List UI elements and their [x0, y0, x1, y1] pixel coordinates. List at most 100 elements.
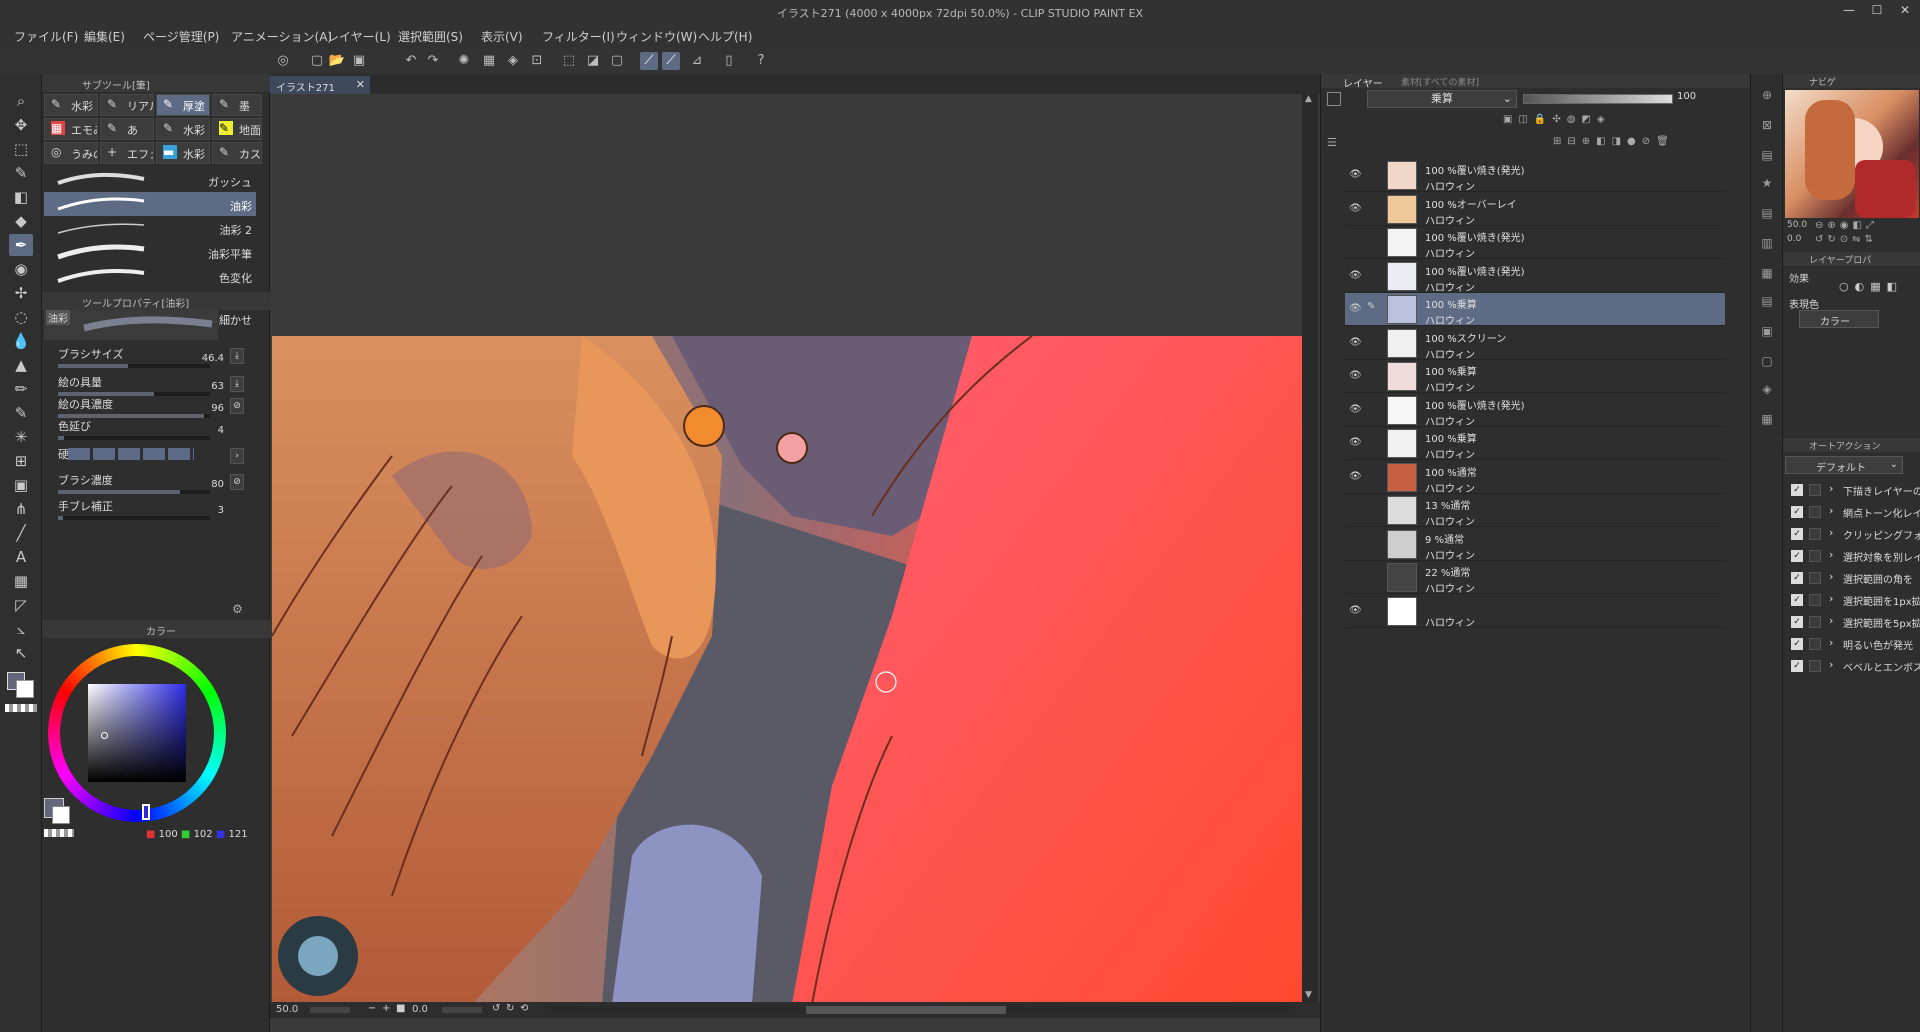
- layer-lock-icon[interactable]: [1367, 201, 1381, 215]
- snap-ruler-icon[interactable]: ⟋: [640, 52, 658, 70]
- blend-tool-icon[interactable]: 💧: [9, 330, 33, 352]
- prop-brush-density[interactable]: ブラシ濃度 80 ⊘: [42, 470, 260, 498]
- hardness-steps[interactable]: [68, 448, 194, 460]
- eye-icon[interactable]: 👁: [1349, 437, 1362, 448]
- property-icon[interactable]: ▦: [1758, 410, 1776, 428]
- pen-tool-icon[interactable]: ✏: [9, 378, 33, 400]
- check-icon[interactable]: ✓: [1791, 506, 1803, 518]
- layer-lock-icon[interactable]: [1367, 435, 1381, 449]
- menu-file[interactable]: ファイル(F): [14, 28, 78, 45]
- lasso-tool-icon[interactable]: ◌: [9, 306, 33, 328]
- sub-color-swatch[interactable]: [16, 680, 34, 698]
- horizontal-scrollbar[interactable]: [550, 1006, 1294, 1014]
- angle-readout[interactable]: 0.0: [412, 1004, 428, 1015]
- auto-action-item[interactable]: ✓ › 選択範囲を5px拡: [1787, 612, 1920, 634]
- layer-row[interactable]: 👁 100 %乗算 ハロウィン: [1345, 427, 1725, 461]
- layer-row[interactable]: 👁 100 %覆い焼き(発光) ハロウィン: [1345, 159, 1725, 193]
- layer-menu-icon[interactable]: ☰: [1327, 136, 1337, 149]
- zoom-out-icon[interactable]: −: [368, 1003, 376, 1014]
- timeline-icon[interactable]: ▢: [1758, 352, 1776, 370]
- snap-special-icon[interactable]: ⟋: [662, 52, 680, 70]
- subtool-tab-emomi[interactable]: ▦エモみ: [44, 118, 98, 140]
- layer-color-icon[interactable]: [1327, 92, 1341, 106]
- horizontal-scroll-thumb[interactable]: [806, 1006, 1006, 1014]
- selection-off-icon[interactable]: ⬚: [560, 52, 578, 70]
- dialog-toggle[interactable]: [1809, 660, 1821, 672]
- chevron-right-icon[interactable]: ›: [1829, 482, 1833, 495]
- rotate-left-icon[interactable]: ↺: [492, 1003, 500, 1014]
- layer-row[interactable]: 👁 100 %覆い焼き(発光) ハロウィン: [1345, 394, 1725, 428]
- eye-icon[interactable]: 👁: [1349, 169, 1362, 180]
- auto-action-item[interactable]: ✓ › 選択対象を別レイ: [1787, 546, 1920, 568]
- pressure-icon[interactable]: ⤓: [230, 348, 244, 364]
- dialog-toggle[interactable]: [1809, 528, 1821, 540]
- chevron-right-icon[interactable]: ›: [1829, 636, 1833, 649]
- open-icon[interactable]: 📂: [328, 52, 346, 70]
- eye-icon[interactable]: 👁: [1349, 203, 1362, 214]
- transparent-color-swatch[interactable]: [5, 704, 37, 712]
- minimize-button[interactable]: —: [1838, 3, 1860, 21]
- menu-filter[interactable]: フィルター(I): [542, 28, 615, 45]
- tab-material[interactable]: 素材[すべての素材]: [1401, 75, 1479, 88]
- ruler-tool-icon[interactable]: ⦣: [9, 618, 33, 640]
- navigator-zoom-buttons[interactable]: ⊖⊕◉◧⤢: [1815, 220, 1915, 232]
- layer-row[interactable]: 👁 ✎ 100 %乗算 ハロウィン: [1345, 293, 1725, 327]
- settings-icon[interactable]: ⚙: [232, 602, 243, 616]
- opacity-slider[interactable]: [1523, 94, 1673, 104]
- layer-lock-icon[interactable]: [1367, 569, 1381, 583]
- menu-window[interactable]: ウィンドウ(W): [616, 28, 697, 45]
- scroll-up-icon[interactable]: ▲: [1305, 94, 1315, 108]
- check-icon[interactable]: ✓: [1791, 550, 1803, 562]
- brush-item-oil-flat[interactable]: 油彩平筆: [44, 240, 256, 264]
- menu-edit[interactable]: 編集(E): [84, 28, 125, 45]
- color-picker-cursor[interactable]: [101, 732, 108, 739]
- zoom-tool-icon[interactable]: ⌕: [9, 90, 33, 112]
- stamp-tool-icon[interactable]: ⊞: [9, 450, 33, 472]
- layer-row[interactable]: 100 %覆い焼き(発光) ハロウィン: [1345, 226, 1725, 260]
- prop-hardness[interactable]: 硬さ ›: [42, 444, 260, 472]
- layer-row[interactable]: 👁 ハロウィン: [1345, 595, 1725, 629]
- layer-lock-icon[interactable]: [1367, 402, 1381, 416]
- eye-icon[interactable]: 👁: [1349, 404, 1362, 415]
- auto-action-item[interactable]: ✓ › 網点トーン化レイ: [1787, 502, 1920, 524]
- figure-tool-icon[interactable]: ╱: [9, 522, 33, 544]
- layer-lock-icon[interactable]: [1367, 234, 1381, 248]
- chevron-right-icon[interactable]: ›: [1829, 658, 1833, 671]
- brush-item-oil-2[interactable]: 油彩 2: [44, 216, 256, 240]
- chevron-right-icon[interactable]: ›: [1829, 614, 1833, 627]
- layer-row[interactable]: 👁 100 %覆い焼き(発光) ハロウィン: [1345, 260, 1725, 294]
- auto-action-item[interactable]: ✓ › ベベルとエンボス: [1787, 656, 1920, 678]
- chevron-right-icon[interactable]: ›: [1829, 570, 1833, 583]
- layer-lock-icon[interactable]: [1367, 603, 1381, 617]
- chevron-right-icon[interactable]: ›: [1829, 592, 1833, 605]
- gradient-tool-icon[interactable]: ▣: [9, 474, 33, 496]
- eyedropper-tool-icon[interactable]: ✎: [9, 162, 33, 184]
- redo-icon[interactable]: ↷: [424, 52, 442, 70]
- navigator-angle[interactable]: 0.0: [1787, 234, 1801, 244]
- layer-row[interactable]: 13 %通常 ハロウィン: [1345, 494, 1725, 528]
- eraser-tool-icon[interactable]: ◧: [9, 186, 33, 208]
- eye-icon[interactable]: 👁: [1349, 270, 1362, 281]
- zoom-readout[interactable]: 50.0: [276, 1004, 298, 1015]
- brush-tool-icon[interactable]: ✒: [9, 234, 33, 256]
- selection-tool-icon[interactable]: ⬚: [9, 138, 33, 160]
- auto-action-item[interactable]: ✓ › 選択範囲の角を: [1787, 568, 1917, 590]
- intermediate-icon[interactable]: ▦: [1758, 264, 1776, 282]
- dialog-toggle[interactable]: [1809, 572, 1821, 584]
- chevron-right-icon[interactable]: ›: [1829, 504, 1833, 517]
- show-selection-icon[interactable]: ▢: [608, 52, 626, 70]
- document-tab[interactable]: イラスト271 ✕: [270, 76, 370, 94]
- layer-lock-icon[interactable]: [1367, 268, 1381, 282]
- maximize-button[interactable]: ☐: [1866, 3, 1888, 21]
- auto-action-item[interactable]: ✓ › 選択範囲を1px拡: [1787, 590, 1920, 612]
- chevron-right-icon[interactable]: ›: [1829, 526, 1833, 539]
- subtool-tab-a[interactable]: ✎ あ: [100, 118, 154, 140]
- zoom-slider[interactable]: [310, 1007, 350, 1013]
- layer-lock-icon[interactable]: [1367, 502, 1381, 516]
- layer-row[interactable]: 👁 100 %乗算 ハロウィン: [1345, 360, 1725, 394]
- subtool-tab-watercolor-3[interactable]: ▬ 水彩: [156, 142, 210, 164]
- dialog-toggle[interactable]: [1809, 594, 1821, 606]
- auto-action-item[interactable]: ✓ › クリッピングフォルダ: [1787, 524, 1920, 546]
- chevron-right-icon[interactable]: ›: [1829, 548, 1833, 561]
- fill-icon[interactable]: ▦: [480, 52, 498, 70]
